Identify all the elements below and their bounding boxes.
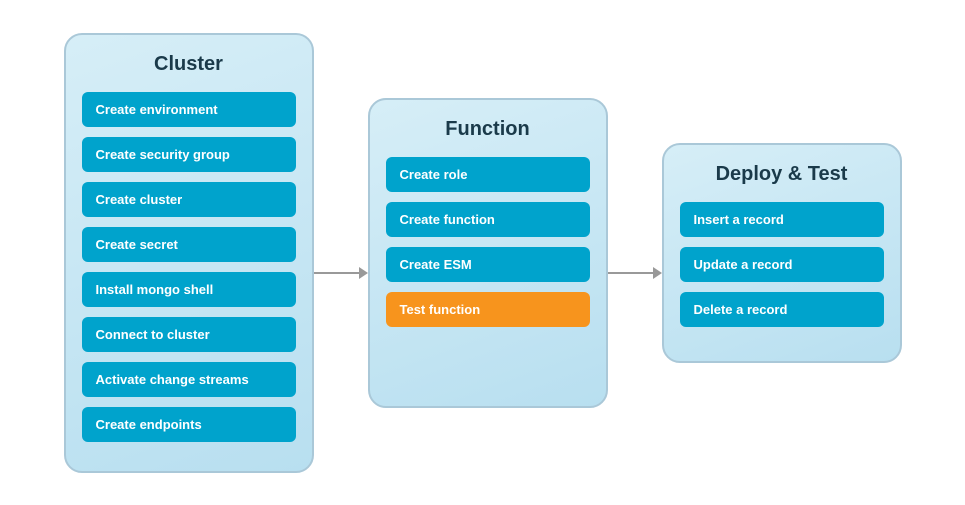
btn-create-security-group[interactable]: Create security group (82, 137, 296, 172)
deploy-panel: Deploy & Test Insert a record Update a r… (662, 143, 902, 363)
diagram: Cluster Create environment Create securi… (44, 13, 922, 493)
btn-delete-record[interactable]: Delete a record (680, 292, 884, 327)
arrow-cluster-to-function (314, 267, 368, 279)
btn-test-function[interactable]: Test function (386, 292, 590, 327)
deploy-title: Deploy & Test (716, 163, 848, 186)
btn-create-environment[interactable]: Create environment (82, 92, 296, 127)
btn-create-function[interactable]: Create function (386, 202, 590, 237)
btn-create-esm[interactable]: Create ESM (386, 247, 590, 282)
function-title: Function (445, 118, 529, 141)
btn-create-secret[interactable]: Create secret (82, 227, 296, 262)
btn-create-endpoints[interactable]: Create endpoints (82, 407, 296, 442)
cluster-panel: Cluster Create environment Create securi… (64, 33, 314, 473)
cluster-title: Cluster (154, 53, 223, 76)
btn-connect-to-cluster[interactable]: Connect to cluster (82, 317, 296, 352)
btn-activate-change-streams[interactable]: Activate change streams (82, 362, 296, 397)
btn-create-role[interactable]: Create role (386, 157, 590, 192)
arrow-function-to-deploy (608, 267, 662, 279)
btn-update-record[interactable]: Update a record (680, 247, 884, 282)
btn-install-mongo-shell[interactable]: Install mongo shell (82, 272, 296, 307)
btn-insert-record[interactable]: Insert a record (680, 202, 884, 237)
btn-create-cluster[interactable]: Create cluster (82, 182, 296, 217)
function-panel: Function Create role Create function Cre… (368, 98, 608, 408)
